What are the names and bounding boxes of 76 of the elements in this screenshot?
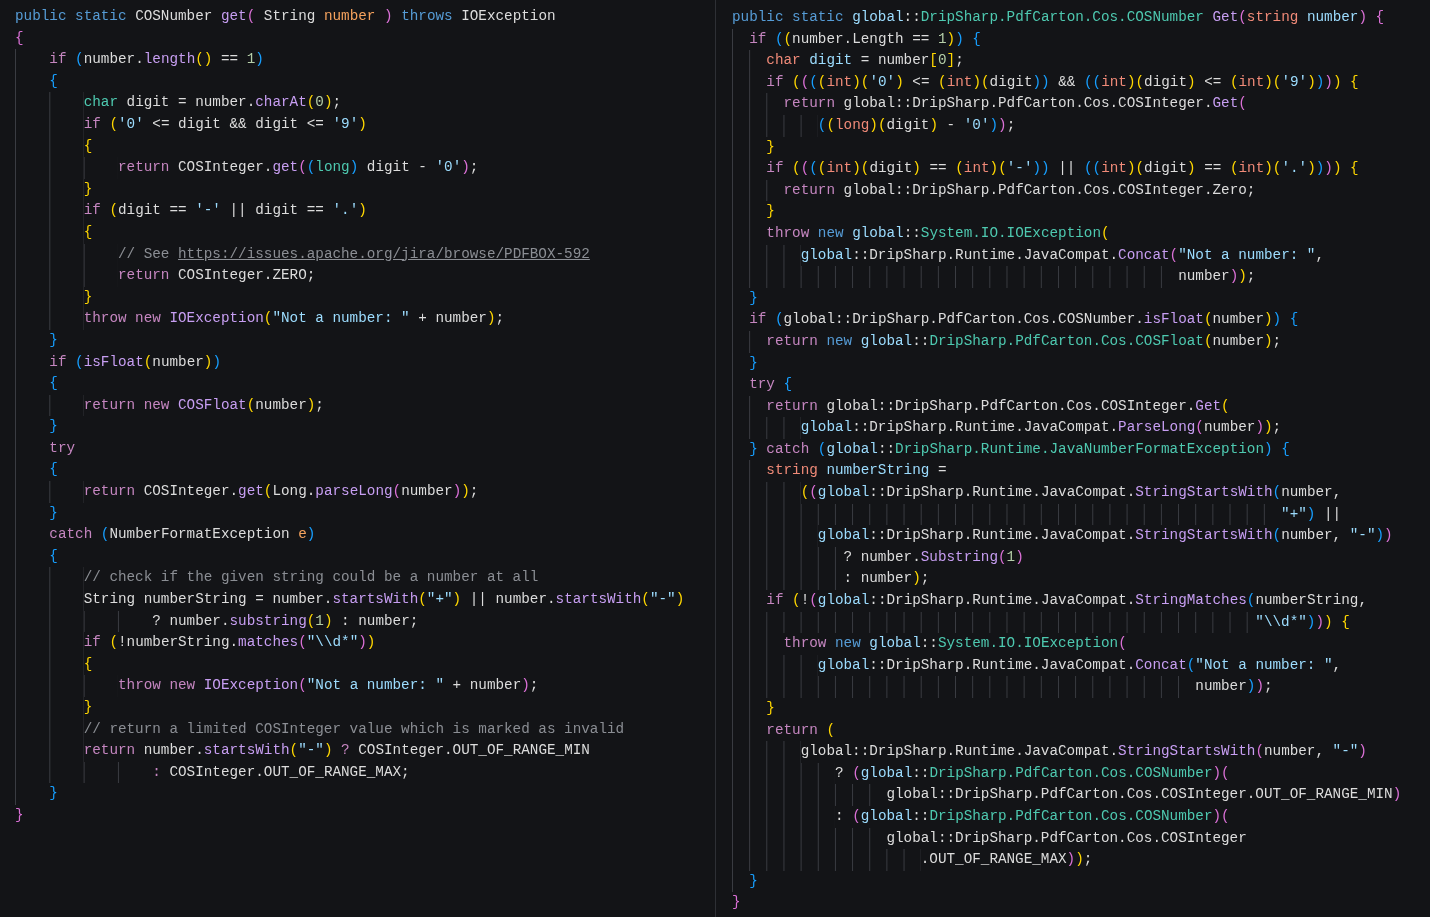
code-line: return global::DripSharp.PdfCarton.Cos.COSInteger.Get(: [732, 93, 1247, 115]
code-line: }: [15, 286, 93, 309]
code-line: public static COSNumber get( String number ) throws IOException: [15, 7, 556, 26]
code-line: ? number.Substring(1): [732, 546, 1024, 569]
code-line: return COSInteger.get((long) digit - '0');: [15, 157, 479, 179]
code-line: if (digit == '-' || digit == '.'): [15, 200, 367, 222]
code-line: global::DripSharp.Runtime.JavaCompat.Concat("Not a number: ",: [732, 654, 1342, 677]
code-line: ? (global::DripSharp.PdfCarton.Cos.COSNumber)(: [732, 762, 1230, 785]
code-line: global::DripSharp.Runtime.JavaCompat.StringStartsWith(number, "-")): [732, 525, 1393, 547]
code-line: }: [732, 136, 775, 159]
code-line: number));: [732, 676, 1273, 698]
code-line: }: [732, 698, 775, 720]
code-line: }: [732, 870, 758, 893]
code-line: if ((((int)(digit) == (int)('-')) || ((int)(digit) == (int)('.')))) {: [732, 158, 1359, 180]
code-line: }: [15, 178, 93, 201]
code-line: {: [15, 459, 58, 482]
code-line: }: [15, 697, 93, 719]
code-line: ? number.substring(1) : number;: [15, 610, 419, 633]
code-line: return new COSFloat(number);: [15, 394, 324, 417]
code-line: } catch (global::DripSharp.Runtime.JavaNumberFormatException) {: [732, 438, 1290, 461]
code-line: global::DripSharp.Runtime.JavaCompat.Concat("Not a number: ",: [732, 244, 1325, 267]
code-line: if (!numberString.matches("\\d*")): [15, 632, 376, 654]
code-line: if (global::DripSharp.PdfCarton.Cos.COSNumber.isFloat(number)) {: [732, 309, 1299, 331]
code-line: {: [15, 70, 58, 93]
code-line: char digit = number[0];: [732, 50, 964, 72]
code-line: // check if the given string could be a number at all: [15, 567, 539, 590]
code-line: if ('0' <= digit && digit <= '9'): [15, 113, 367, 136]
code-line: global::DripSharp.Runtime.JavaCompat.ParseLong(number));: [732, 417, 1282, 439]
code-line: }: [15, 416, 58, 438]
code-line: return (: [732, 719, 835, 742]
code-line: char digit = number.charAt(0);: [15, 92, 342, 114]
code-line: return global::DripSharp.PdfCarton.Cos.COSInteger.Zero;: [732, 179, 1256, 202]
code-line: global::DripSharp.PdfCarton.Cos.COSInteger.OUT_OF_RANGE_MIN): [732, 784, 1402, 806]
code-line: }: [732, 352, 758, 375]
code-line: {: [15, 373, 58, 395]
code-line: }: [15, 805, 24, 825]
code-line: return COSInteger.get(Long.parseLong(number));: [15, 481, 479, 503]
code-line: {: [15, 545, 58, 568]
code-line: catch (NumberFormatException e): [15, 524, 316, 546]
code-line: {: [15, 135, 93, 158]
code-line: return global::DripSharp.PdfCarton.Cos.COSInteger.Get(: [732, 395, 1230, 418]
code-line: ((global::DripSharp.Runtime.JavaCompat.StringStartsWith(number,: [732, 482, 1342, 504]
code-line: if ((number.Length == 1)) {: [732, 28, 981, 51]
code-line: if (number.length() == 1): [15, 49, 264, 71]
code-line: "\\d*"))) {: [732, 611, 1350, 634]
code-line: return COSInteger.ZERO;: [15, 265, 316, 287]
code-line: throw new IOException("Not a number: " + number);: [15, 308, 505, 330]
code-line: global::DripSharp.Runtime.JavaCompat.StringStartsWith(number, "-"): [732, 741, 1367, 763]
code-line: public static global::DripSharp.PdfCarton.Cos.COSNumber Get(string number) {: [732, 8, 1385, 27]
code-line: // See https://issues.apache.org/jira/browse/PDFBOX-592: [15, 243, 590, 266]
code-line: if (isFloat(number)): [15, 351, 221, 374]
code-line: }: [732, 201, 775, 223]
code-line: string numberString =: [732, 460, 947, 483]
code-line: // return a limited COSInteger value which is marked as invalid: [15, 718, 625, 741]
code-line: try: [15, 437, 76, 460]
code-line: global::DripSharp.PdfCarton.Cos.COSInteger: [732, 827, 1247, 850]
code-line: return new global::DripSharp.PdfCarton.Cos.COSFloat(number);: [732, 330, 1282, 353]
code-line: throw new global::System.IO.IOException(: [732, 633, 1127, 655]
code-line: : COSInteger.OUT_OF_RANGE_MAX;: [15, 761, 410, 784]
code-line: {: [15, 221, 93, 244]
code-line: throw new IOException("Not a number: " + number);: [15, 675, 539, 697]
code-line: {: [15, 28, 24, 48]
code-line: : (global::DripSharp.PdfCarton.Cos.COSNumber)(: [732, 805, 1230, 828]
code-line: }: [15, 783, 58, 805]
code-line: }: [732, 287, 758, 310]
code-line: if (!(global::DripSharp.Runtime.JavaCompat.StringMatches(numberString,: [732, 590, 1367, 612]
code-line: try {: [732, 374, 793, 396]
code-line: }: [732, 893, 741, 913]
code-line: }: [15, 329, 58, 352]
code-line: throw new global::System.IO.IOException(: [732, 222, 1110, 245]
code-line: return number.startsWith("-") ? COSInteger.OUT_OF_RANGE_MIN: [15, 740, 590, 762]
code-line: }: [15, 502, 58, 525]
code-line: String numberString = number.startsWith("+") || number.startsWith("-"): [15, 589, 685, 611]
code-line: ((long)(digit) - '0'));: [732, 114, 1016, 137]
code-line: if ((((int)('0') <= (int)(digit)) && ((int)(digit) <= (int)('9')))) {: [732, 71, 1359, 94]
code-line: {: [15, 653, 93, 676]
